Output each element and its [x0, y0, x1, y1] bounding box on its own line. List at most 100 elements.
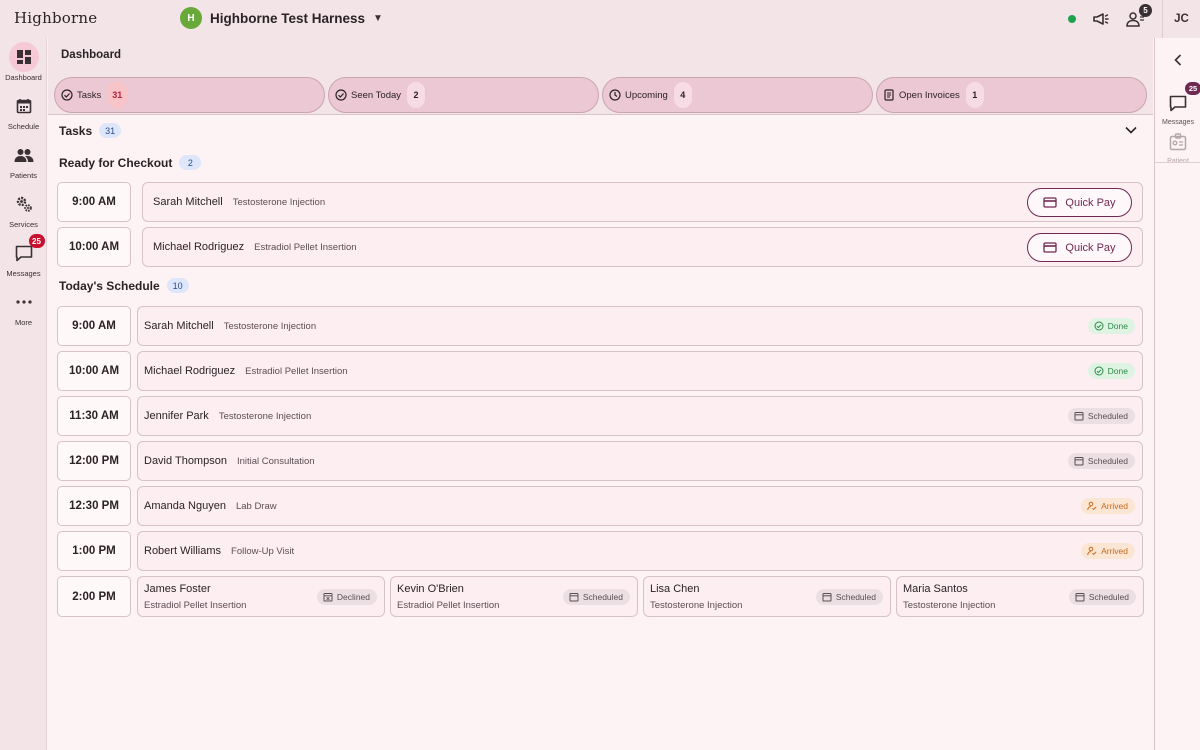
status-label: Arrived [1101, 546, 1128, 556]
tab-count: 4 [673, 82, 692, 108]
status-badge: Scheduled [1068, 589, 1136, 605]
checkout-row[interactable]: Sarah Mitchell Testosterone Injection Qu… [142, 182, 1143, 222]
chat-icon: 25 [1163, 82, 1200, 118]
more-icon [9, 287, 39, 317]
check-circle-icon [1094, 321, 1104, 331]
quick-pay-button[interactable]: Quick Pay [1027, 233, 1132, 262]
rail-label-messages: Messages [1162, 119, 1194, 126]
tab-label: Tasks [77, 89, 102, 101]
rail-item-messages[interactable]: 25 Messages [1155, 82, 1200, 126]
caret-down-icon: ▼ [373, 12, 383, 24]
nav-item-messages[interactable]: 25 Messages [0, 234, 47, 278]
check-circle-icon [334, 88, 348, 102]
service-name: Estradiol Pellet Insertion [254, 241, 357, 253]
tab-open-invoices[interactable]: Open Invoices 1 [876, 77, 1147, 113]
nav-item-dashboard[interactable]: Dashboard [0, 42, 47, 82]
calendar-icon [9, 91, 39, 121]
org-switcher[interactable]: H Highborne Test Harness ▼ [180, 7, 383, 29]
tab-upcoming[interactable]: Upcoming 4 [602, 77, 873, 113]
invoice-icon [882, 88, 896, 102]
chevron-down-icon[interactable] [1123, 122, 1139, 138]
checkout-time: 9:00 AM [57, 182, 131, 222]
schedule-row[interactable]: Robert Williams Follow-Up Visit Arrived [137, 531, 1143, 571]
schedule-card[interactable]: Lisa Chen Testosterone Injection Schedul… [643, 576, 891, 617]
schedule-row[interactable]: Sarah Mitchell Testosterone Injection Do… [137, 306, 1143, 346]
tab-count: 1 [965, 82, 984, 108]
tab-label: Seen Today [351, 89, 402, 101]
status-badge: Done [1087, 318, 1135, 334]
nav-item-patients[interactable]: Patients [0, 140, 47, 180]
patient-name[interactable]: Kevin O'Brien [397, 583, 464, 595]
status-label: Declined [336, 592, 370, 602]
schedule-time: 1:00 PM [57, 531, 131, 571]
credit-card-icon [1043, 197, 1058, 208]
schedule-row[interactable]: David Thompson Initial Consultation Sche… [137, 441, 1143, 481]
calendar-x-icon [323, 593, 333, 602]
patient-name[interactable]: Sarah Mitchell [153, 196, 223, 208]
right-rail: 25 Messages Patient [1154, 38, 1200, 750]
checkout-row[interactable]: Michael Rodriguez Estradiol Pellet Inser… [142, 227, 1143, 267]
patient-name[interactable]: Amanda Nguyen [144, 500, 226, 512]
nav-item-schedule[interactable]: Schedule [0, 91, 47, 131]
status-badge: Arrived [1081, 543, 1135, 559]
user-avatar[interactable]: JC [1162, 0, 1200, 38]
status-badge: Arrived [1081, 498, 1135, 514]
schedule-row[interactable]: Jennifer Park Testosterone Injection Sch… [137, 396, 1143, 436]
check-circle-icon [1094, 366, 1104, 376]
schedule-time: 12:00 PM [57, 441, 131, 481]
rail-item-patient[interactable]: Patient [1155, 127, 1200, 165]
status-label: Done [1107, 321, 1128, 331]
quick-pay-label: Quick Pay [1065, 241, 1116, 254]
patient-name[interactable]: Michael Rodriguez [153, 241, 244, 253]
rail-divider [1155, 162, 1200, 163]
schedule-card[interactable]: James Foster Estradiol Pellet Insertion … [137, 576, 385, 617]
quick-pay-label: Quick Pay [1065, 196, 1116, 209]
tasks-count: 31 [99, 123, 122, 138]
service-name: Testosterone Injection [223, 320, 317, 332]
nav-item-services[interactable]: Services [0, 189, 47, 229]
left-nav: Dashboard Schedule Patients Services 25 … [0, 38, 47, 750]
status-label: Scheduled [835, 592, 876, 602]
tab-seen-today[interactable]: Seen Today 2 [328, 77, 599, 113]
status-label: Scheduled [1087, 411, 1128, 421]
tasks-header: Tasks 31 [59, 123, 122, 138]
status-label: Done [1107, 366, 1128, 376]
patient-name[interactable]: Michael Rodriguez [144, 365, 235, 377]
tab-tasks[interactable]: Tasks 31 [54, 77, 325, 113]
org-name: Highborne Test Harness [210, 10, 366, 26]
tab-count: 31 [107, 82, 128, 108]
tab-label: Upcoming [625, 89, 668, 101]
megaphone-icon[interactable] [1090, 8, 1112, 30]
schedule-header: Today's Schedule 10 [59, 278, 189, 293]
patient-name[interactable]: Lisa Chen [650, 583, 700, 595]
schedule-row[interactable]: Amanda Nguyen Lab Draw Arrived [137, 486, 1143, 526]
patient-card-icon [1163, 127, 1193, 157]
patient-name[interactable]: James Foster [144, 583, 211, 595]
patient-name[interactable]: Robert Williams [144, 545, 221, 557]
quick-pay-button[interactable]: Quick Pay [1027, 188, 1132, 217]
chevron-left-icon[interactable] [1170, 52, 1186, 68]
nav-item-more[interactable]: More [0, 287, 47, 327]
service-name: Testosterone Injection [218, 410, 312, 422]
dashboard-header: Dashboard Tasks 31 Seen Today 2 Upcoming… [48, 38, 1153, 115]
service-name: Testosterone Injection [903, 600, 996, 611]
brand-logo[interactable]: Highborne [14, 9, 97, 27]
schedule-card[interactable]: Kevin O'Brien Estradiol Pellet Insertion… [390, 576, 638, 617]
top-bar: Highborne H Highborne Test Harness ▼ 5 J… [0, 0, 1200, 38]
patient-name[interactable]: Jennifer Park [144, 410, 209, 422]
service-name: Follow-Up Visit [231, 545, 295, 557]
patient-name[interactable]: Maria Santos [903, 583, 968, 595]
nav-label-services: Services [9, 220, 38, 229]
team-icon[interactable]: 5 [1124, 4, 1152, 30]
checkout-title: Ready for Checkout [59, 155, 173, 170]
chat-icon: 25 [9, 234, 45, 268]
patient-name[interactable]: Sarah Mitchell [144, 320, 214, 332]
calendar-icon [1074, 457, 1084, 466]
status-label: Scheduled [1088, 592, 1129, 602]
nav-label-patients: Patients [9, 171, 38, 180]
patient-name[interactable]: David Thompson [144, 455, 227, 467]
schedule-card[interactable]: Maria Santos Testosterone Injection Sche… [896, 576, 1144, 617]
schedule-time: 10:00 AM [57, 351, 131, 391]
schedule-time: 2:00 PM [57, 576, 131, 617]
schedule-row[interactable]: Michael Rodriguez Estradiol Pellet Inser… [137, 351, 1143, 391]
